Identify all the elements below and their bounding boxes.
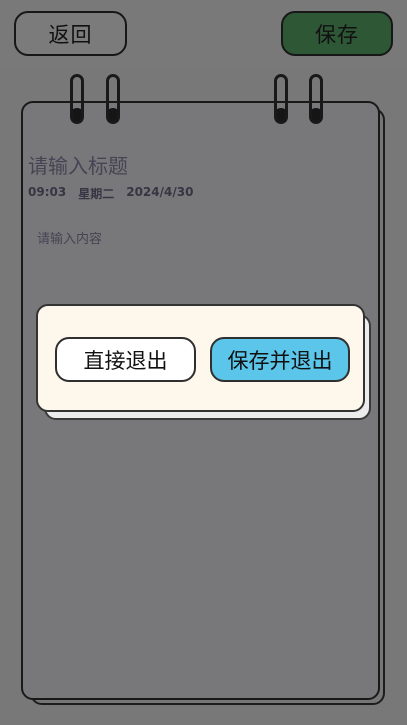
exit-without-saving-button[interactable]: 直接退出 xyxy=(55,337,196,382)
save-and-exit-button[interactable]: 保存并退出 xyxy=(210,337,350,382)
